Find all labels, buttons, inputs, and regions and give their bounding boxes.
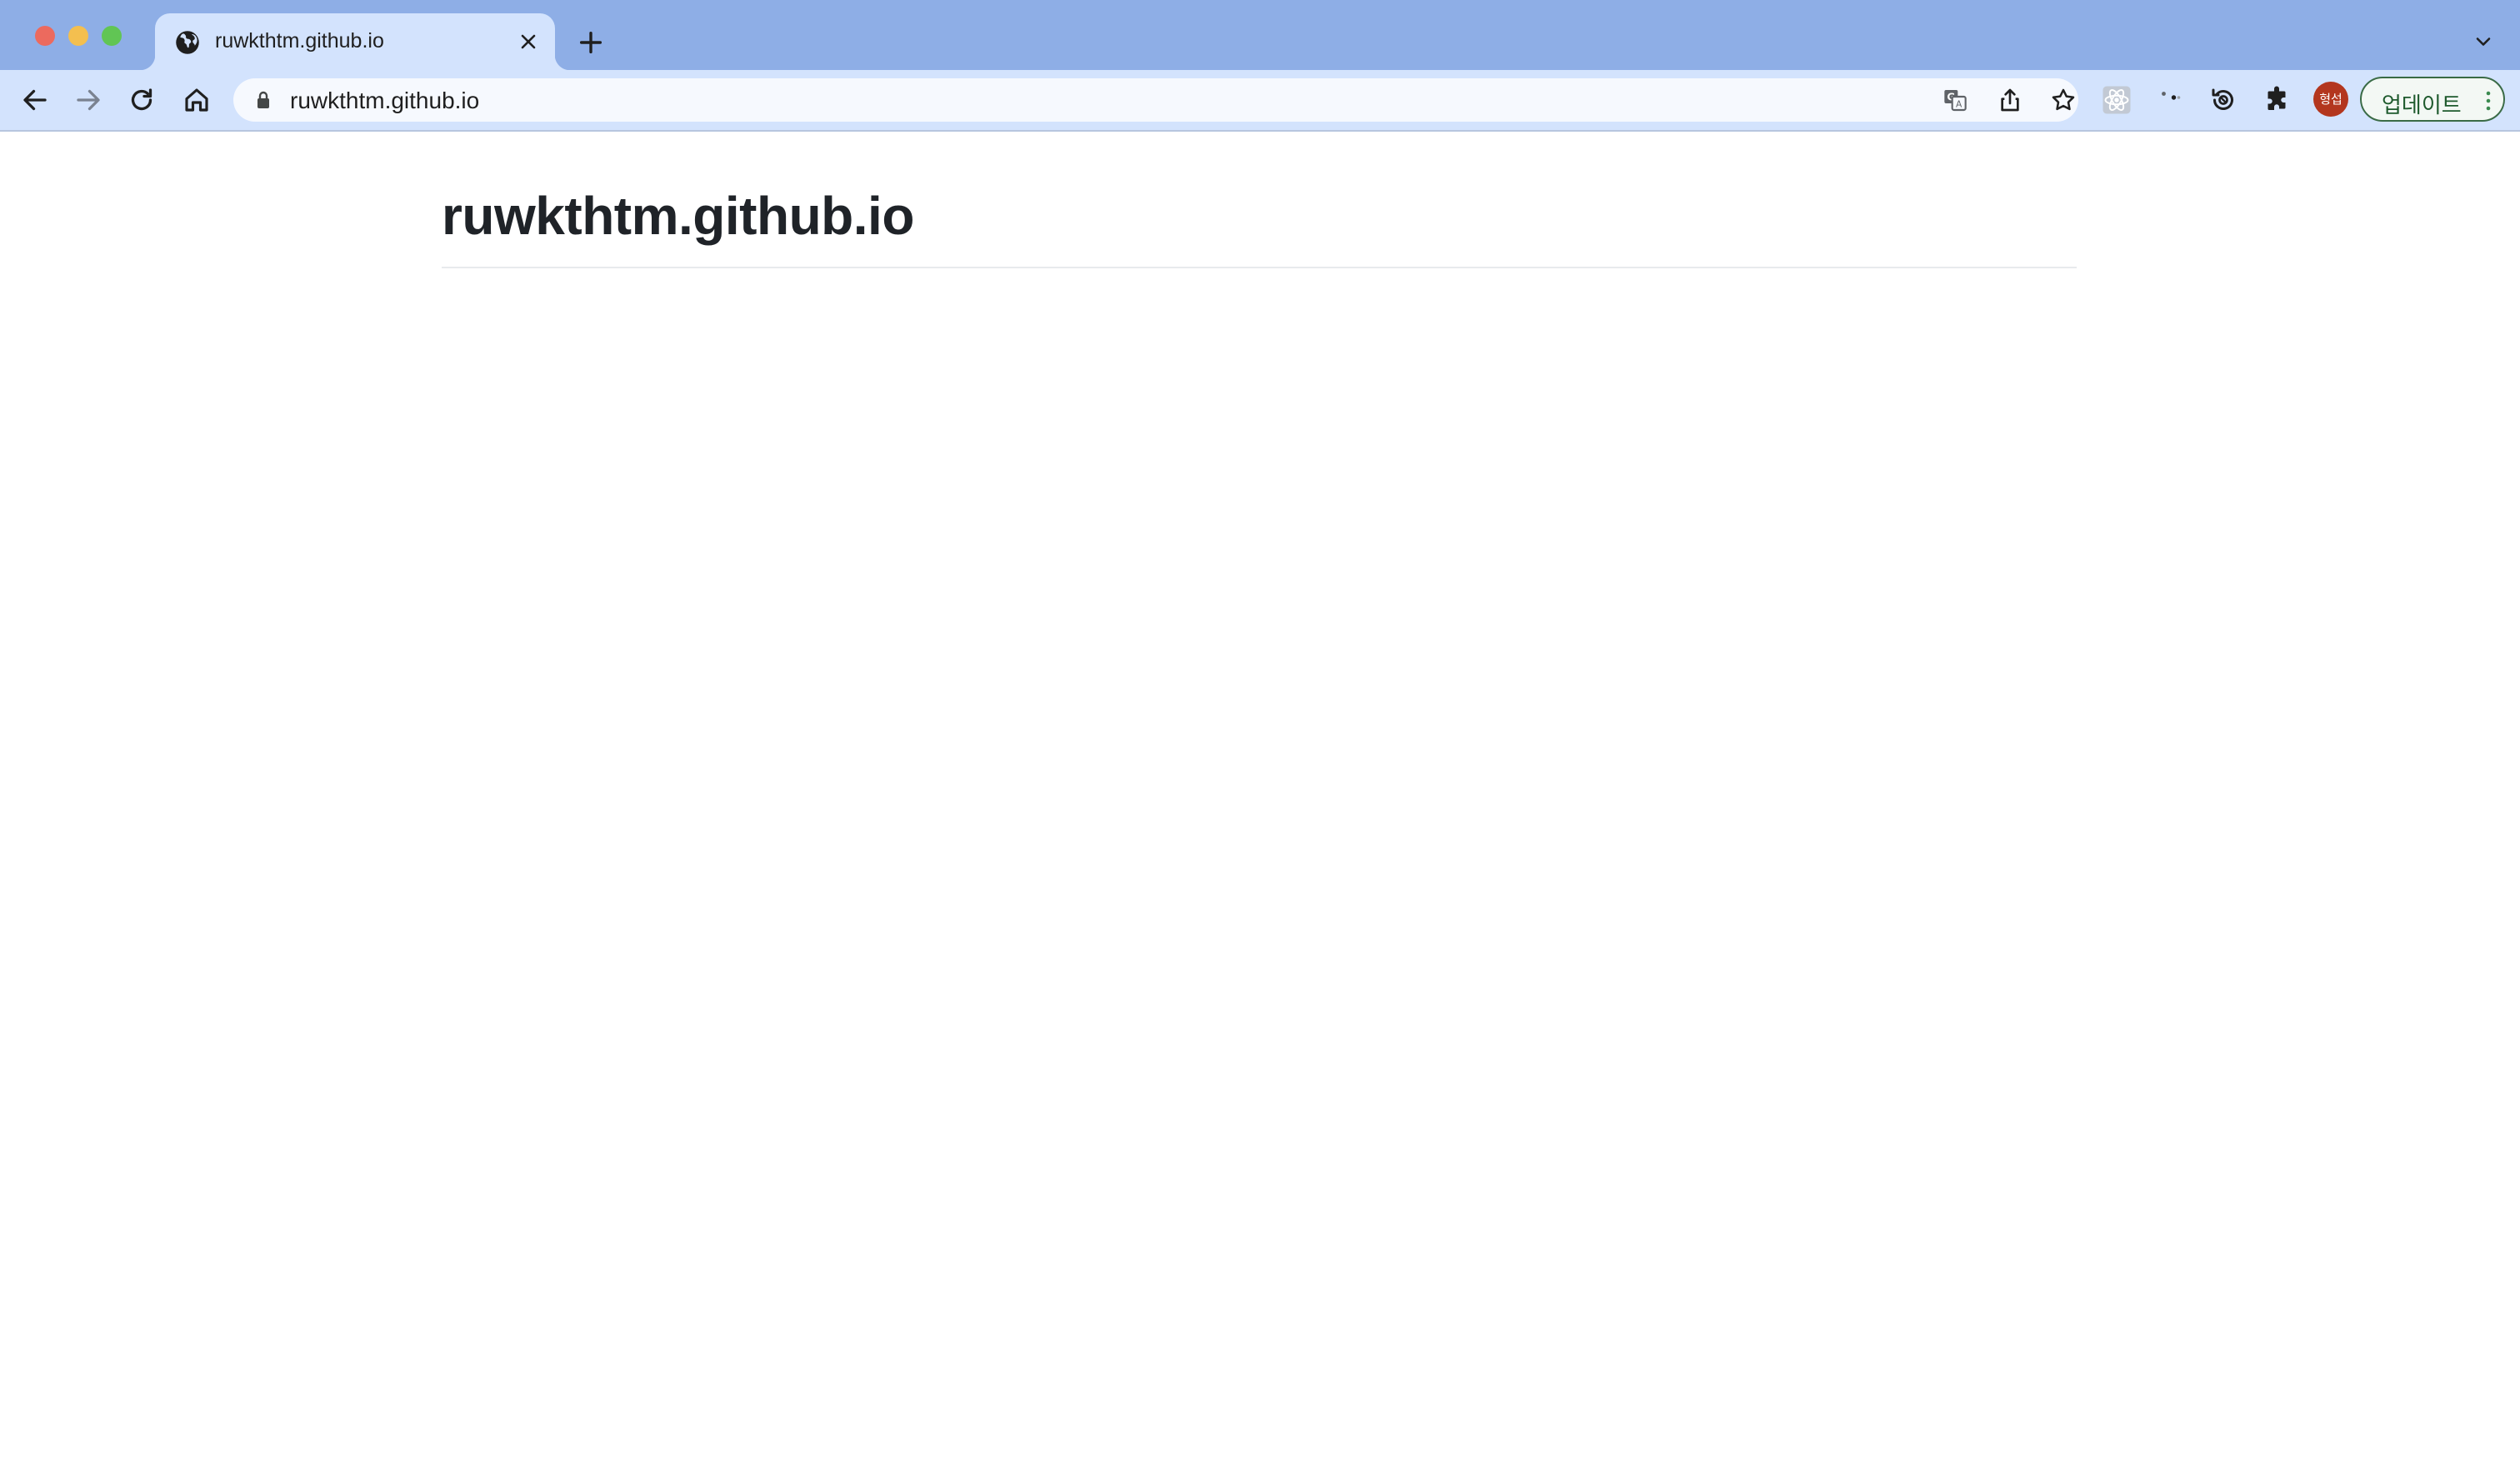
reload-icon[interactable] (127, 85, 157, 115)
puzzle-extensions-icon[interactable] (2262, 85, 2292, 115)
kebab-menu-icon[interactable] (2485, 90, 2492, 112)
home-icon[interactable] (182, 85, 212, 115)
update-button-label: 업데이트 (2382, 93, 2462, 118)
new-tab-icon[interactable] (577, 28, 605, 57)
forward-arrow-icon[interactable] (73, 85, 103, 115)
lock-icon[interactable] (253, 89, 273, 111)
page-title: ruwkthtm.github.io (442, 186, 914, 246)
title-divider (442, 267, 2077, 268)
back-arrow-icon[interactable] (20, 85, 50, 115)
maximize-window-icon[interactable] (102, 26, 122, 46)
close-window-icon[interactable] (35, 26, 55, 46)
update-button[interactable]: 업데이트 (2360, 77, 2505, 122)
tab-search-chevron-icon[interactable] (2472, 30, 2495, 53)
svg-text:A: A (1956, 99, 1962, 110)
browser-toolbar: ruwkthtm.github.io G A 형섭 업데이트 (0, 70, 2520, 132)
minimize-window-icon[interactable] (68, 26, 88, 46)
loading-extension-icon[interactable] (2155, 85, 2185, 115)
tab-strip: ruwkthtm.github.io (0, 0, 2520, 70)
history-extension-icon[interactable] (2208, 85, 2238, 115)
react-devtools-icon[interactable] (2102, 85, 2132, 115)
active-tab[interactable]: ruwkthtm.github.io (140, 13, 570, 70)
address-bar[interactable]: ruwkthtm.github.io G A (233, 78, 2078, 122)
bookmark-star-icon[interactable] (2050, 87, 2077, 113)
tab-title: ruwkthtm.github.io (215, 29, 384, 52)
profile-avatar[interactable]: 형섭 (2313, 82, 2348, 117)
translate-icon[interactable]: G A (1942, 87, 1968, 113)
globe-icon (176, 31, 199, 54)
avatar-initials: 형섭 (2319, 92, 2342, 107)
url-text[interactable]: ruwkthtm.github.io (290, 88, 479, 114)
share-icon[interactable] (1997, 87, 2023, 113)
close-tab-icon[interactable] (517, 30, 540, 53)
